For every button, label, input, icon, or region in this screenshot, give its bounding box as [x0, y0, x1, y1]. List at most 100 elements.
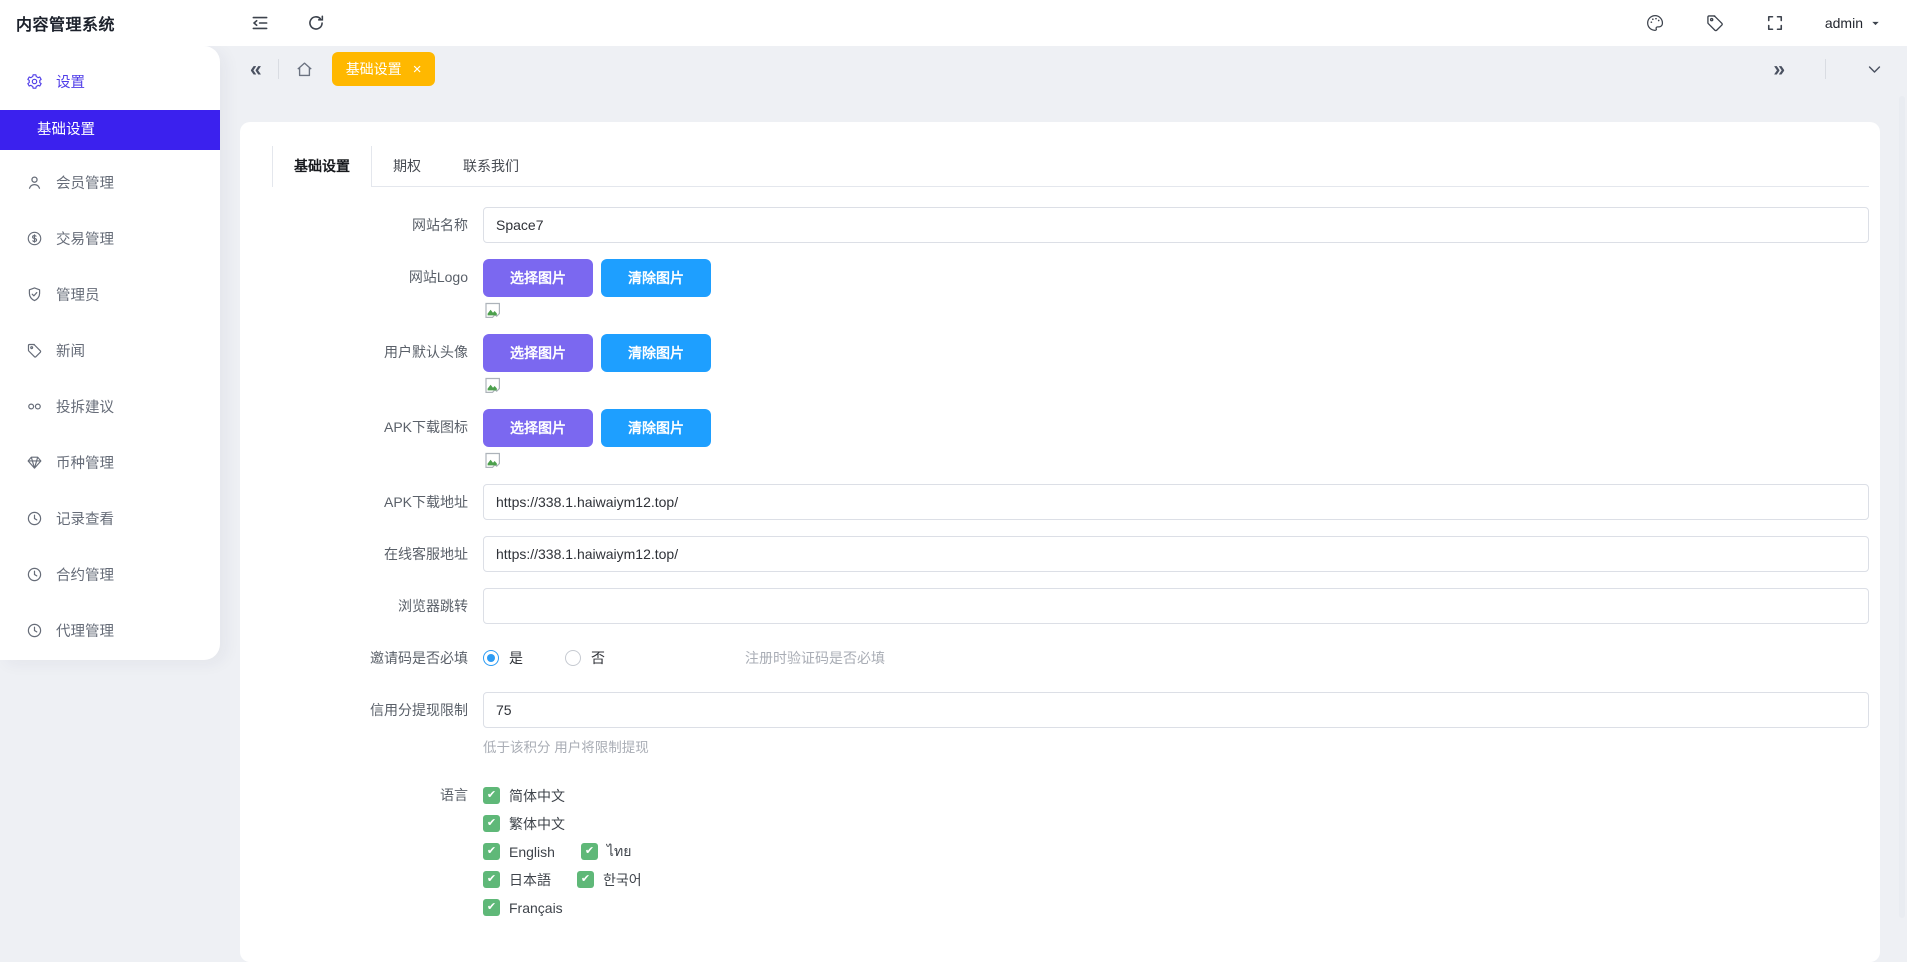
language-checkbox[interactable]: ✔ Français	[483, 899, 563, 916]
clear-image-button[interactable]: 清除图片	[601, 259, 711, 297]
username: admin	[1824, 15, 1863, 31]
top-header: 内容管理系统 admin	[0, 0, 1907, 46]
checkbox-checked-icon: ✔	[483, 815, 500, 832]
settings-card: 基础设置期权联系我们 网站名称 网站Logo选择图片清除图片用户默认头像选择图片…	[240, 122, 1880, 962]
dollar-icon	[27, 231, 42, 245]
language-checkbox[interactable]: ✔ 简体中文	[483, 786, 565, 806]
shield-icon	[28, 286, 41, 301]
palette-icon[interactable]	[1645, 13, 1665, 33]
sidebar-item-label: 代理管理	[56, 623, 114, 640]
collapse-left-icon[interactable]: «	[250, 59, 262, 80]
service-url-input[interactable]	[483, 536, 1869, 572]
broken-image-icon	[485, 452, 500, 468]
tab-contact[interactable]: 联系我们	[442, 146, 540, 186]
clear-image-button[interactable]: 清除图片	[601, 409, 711, 447]
sidebar-item-label: 交易管理	[56, 231, 114, 248]
radio-label: 否	[591, 650, 605, 666]
sidebar-item-label: 管理员	[56, 287, 100, 304]
checkbox-label: 日本語	[509, 871, 551, 888]
checkbox-label: 简体中文	[509, 787, 565, 804]
invite-hint: 注册时验证码是否必填	[745, 650, 885, 666]
credit-limit-input[interactable]	[483, 692, 1869, 728]
sidebar-item-currencies[interactable]: 币种管理	[0, 434, 220, 490]
invite-radio-group: 是否	[483, 648, 647, 668]
tag-icon[interactable]	[1705, 13, 1725, 33]
checkbox-checked-icon: ✔	[580, 843, 598, 860]
broken-image-icon	[485, 302, 500, 318]
sidebar-item-label: 会员管理	[56, 175, 114, 192]
page-scrollbar[interactable]	[1899, 96, 1905, 918]
site-name-input[interactable]	[483, 207, 1869, 243]
radio-option-0[interactable]: 是	[483, 648, 523, 668]
checkbox-checked-icon: ✔	[483, 843, 500, 860]
sidebar-item-news[interactable]: 新闻	[0, 322, 220, 378]
field-label: 信用分提现限制	[370, 702, 468, 718]
fullscreen-icon[interactable]	[1765, 13, 1785, 33]
divider	[1825, 59, 1826, 79]
sidebar-item-label: 币种管理	[56, 455, 114, 472]
sidebar-item-label: 记录查看	[56, 511, 114, 528]
field-label: APK下载图标	[383, 419, 468, 435]
browser-redirect-input[interactable]	[483, 588, 1869, 624]
credit-limit-hint: 低于该积分 用户将限制提现	[483, 740, 649, 755]
sidebar-item-records[interactable]: 记录查看	[0, 490, 220, 546]
page-tag-label: 基础设置	[345, 61, 402, 77]
language-checkbox[interactable]: ✔ 日本語	[483, 870, 551, 890]
language-row: ✔ 繁体中文	[483, 812, 1869, 835]
compass-icon	[27, 567, 42, 581]
field-label: 网站Logo	[408, 269, 468, 285]
language-checkbox[interactable]: ✔ 한국어	[577, 870, 642, 890]
field-label: 网站名称	[412, 217, 468, 233]
select-image-button[interactable]: 选择图片	[483, 334, 593, 372]
menu-fold-icon[interactable]	[250, 13, 270, 33]
language-row: ✔ English ✔ ไทย	[483, 840, 1869, 863]
sidebar-item-label: 投拆建议	[56, 399, 114, 416]
sidebar-item-settings[interactable]: 设置	[0, 56, 220, 106]
app-title: 内容管理系统	[16, 17, 116, 34]
page-tag[interactable]: 基础设置 ×	[331, 52, 436, 86]
close-icon[interactable]: ×	[413, 62, 422, 77]
checkbox-label: 繁体中文	[509, 815, 565, 832]
radio-circle-icon	[565, 650, 581, 666]
form-row-invite-required: 邀请码是否必填 是否 注册时验证码是否必填	[272, 640, 1869, 676]
checkbox-checked-icon: ✔	[577, 871, 594, 888]
broken-image-icon	[485, 377, 500, 393]
language-checkbox[interactable]: ✔ 繁体中文	[483, 814, 565, 834]
refresh-icon[interactable]	[306, 13, 326, 33]
language-row: ✔ Français	[483, 896, 1869, 919]
tags-bar: « 基础设置 × »	[220, 46, 1907, 92]
language-row: ✔ 日本語 ✔ 한국어	[483, 868, 1869, 891]
tab-basic[interactable]: 基础设置	[272, 146, 372, 187]
field-label: 在线客服地址	[384, 546, 468, 562]
form-row-service-url: 在线客服地址	[272, 536, 1869, 572]
field-label: APK下载地址	[383, 494, 468, 510]
collapse-right-icon[interactable]: »	[1773, 59, 1785, 80]
gear-icon	[27, 73, 42, 89]
user-menu[interactable]: admin	[1825, 15, 1881, 31]
form-row-default-avatar: 用户默认头像 选择图片 清除图片	[272, 334, 1869, 397]
radio-option-1[interactable]: 否	[565, 648, 605, 668]
tags-bar-right: »	[1773, 59, 1883, 80]
sidebar-item-trades[interactable]: 交易管理	[0, 210, 220, 266]
tab-options[interactable]: 期权	[372, 146, 442, 186]
sidebar-item-agents[interactable]: 代理管理	[0, 602, 220, 658]
checkbox-label: ไทย	[606, 842, 632, 859]
language-checkbox[interactable]: ✔ English	[483, 843, 555, 860]
language-checkbox[interactable]: ✔ ไทย	[580, 841, 632, 863]
sidebar-item-members[interactable]: 会员管理	[0, 154, 220, 210]
sidebar-item-admins[interactable]: 管理员	[0, 266, 220, 322]
radio-circle-icon	[483, 650, 499, 666]
select-image-button[interactable]: 选择图片	[483, 409, 593, 447]
sidebar-subitem-basic-settings[interactable]: 基础设置	[0, 110, 220, 150]
form-row-site-name: 网站名称	[272, 207, 1869, 243]
apk-url-input[interactable]	[483, 484, 1869, 520]
chevron-down-icon[interactable]	[1866, 61, 1883, 78]
home-icon[interactable]	[295, 60, 314, 79]
form-row-apk-icon: APK下载图标 选择图片 清除图片	[272, 409, 1869, 472]
compass-icon	[27, 511, 42, 525]
select-image-button[interactable]: 选择图片	[483, 259, 593, 297]
clear-image-button[interactable]: 清除图片	[601, 334, 711, 372]
sidebar-item-contracts[interactable]: 合约管理	[0, 546, 220, 602]
sidebar-item-label: 合约管理	[56, 567, 114, 584]
sidebar-item-feedback[interactable]: 投拆建议	[0, 378, 220, 434]
